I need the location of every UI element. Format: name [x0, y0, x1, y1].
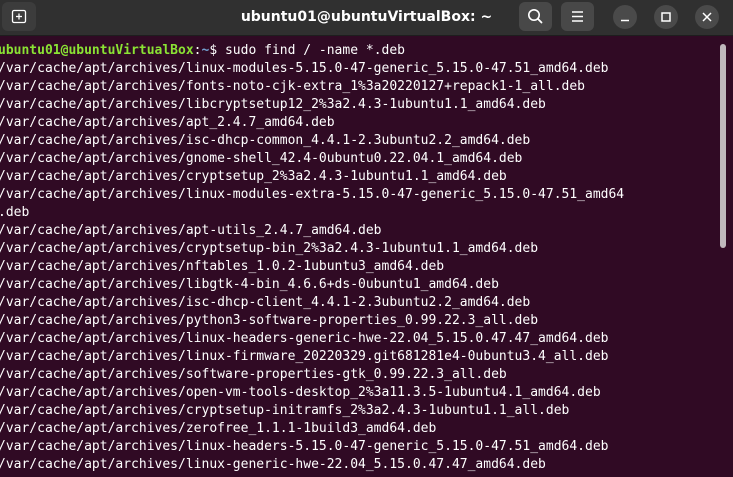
- output-line: /var/cache/apt/archives/software-propert…: [0, 367, 507, 382]
- output-line: /var/cache/apt/archives/apt-utils_2.4.7_…: [0, 223, 382, 238]
- output-line: /var/cache/apt/archives/cryptsetup_2%3a2…: [0, 169, 507, 184]
- output-line: /var/cache/apt/archives/python3-software…: [0, 313, 539, 328]
- prompt-symbol: $: [209, 43, 225, 58]
- output-line: /var/cache/apt/archives/libcryptsetup12_…: [0, 97, 546, 112]
- output-line: /var/cache/apt/archives/linux-modules-ex…: [0, 187, 625, 202]
- maximize-button[interactable]: [654, 5, 678, 29]
- window-title: ubuntu01@ubuntuVirtualBox: ~: [240, 9, 493, 25]
- output-line: /var/cache/apt/archives/isc-dhcp-client_…: [0, 295, 531, 310]
- title-bar[interactable]: ubuntu01@ubuntuVirtualBox: ~: [0, 0, 733, 36]
- close-button[interactable]: [695, 5, 719, 29]
- output-line: /var/cache/apt/archives/libgtk-4-bin_4.6…: [0, 277, 499, 292]
- prompt-separator: :: [193, 43, 202, 58]
- output-line: .deb: [0, 205, 30, 220]
- output-line: /var/cache/apt/archives/cryptsetup-initr…: [0, 403, 570, 418]
- terminal-output[interactable]: ubuntu01@ubuntuVirtualBox:~$ sudo find /…: [0, 42, 718, 477]
- output-line: /var/cache/apt/archives/gnome-shell_42.4…: [0, 151, 523, 166]
- new-tab-button[interactable]: [2, 2, 36, 31]
- output-line: /var/cache/apt/archives/nftables_1.0.2-1…: [0, 259, 445, 274]
- output-line: /var/cache/apt/archives/linux-headers-5.…: [0, 439, 609, 454]
- command-text: sudo find / -name *.deb: [224, 43, 405, 58]
- scrollbar-thumb[interactable]: [720, 44, 726, 248]
- prompt-user-host: ubuntu01@ubuntuVirtualBox: [0, 43, 194, 58]
- prompt-line: ubuntu01@ubuntuVirtualBox:~$ sudo find /…: [0, 42, 718, 60]
- minimize-button[interactable]: [613, 5, 637, 29]
- menu-button[interactable]: [561, 2, 594, 31]
- output-line: /var/cache/apt/archives/cryptsetup-bin_2…: [0, 241, 539, 256]
- output-line: /var/cache/apt/archives/apt_2.4.7_amd64.…: [0, 115, 335, 130]
- output-line: /var/cache/apt/archives/open-vm-tools-de…: [0, 385, 601, 400]
- output-line: /var/cache/apt/archives/linux-firmware_2…: [0, 349, 609, 364]
- output-line: /var/cache/apt/archives/zerofree_1.1.1-1…: [0, 421, 437, 436]
- output-line: /var/cache/apt/archives/linux-headers-ge…: [0, 331, 609, 346]
- output-line: /var/cache/apt/archives/linux-modules-5.…: [0, 61, 609, 76]
- output-line: /var/cache/apt/archives/linux-generic-hw…: [0, 457, 546, 472]
- output-line: /var/cache/apt/archives/fonts-noto-cjk-e…: [0, 79, 585, 94]
- search-button[interactable]: [519, 2, 552, 31]
- terminal-window: ubuntu01@ubuntuVirtualBox: ~ ubuntu01@ub…: [0, 0, 733, 477]
- output-line: /var/cache/apt/archives/isc-dhcp-common_…: [0, 133, 531, 148]
